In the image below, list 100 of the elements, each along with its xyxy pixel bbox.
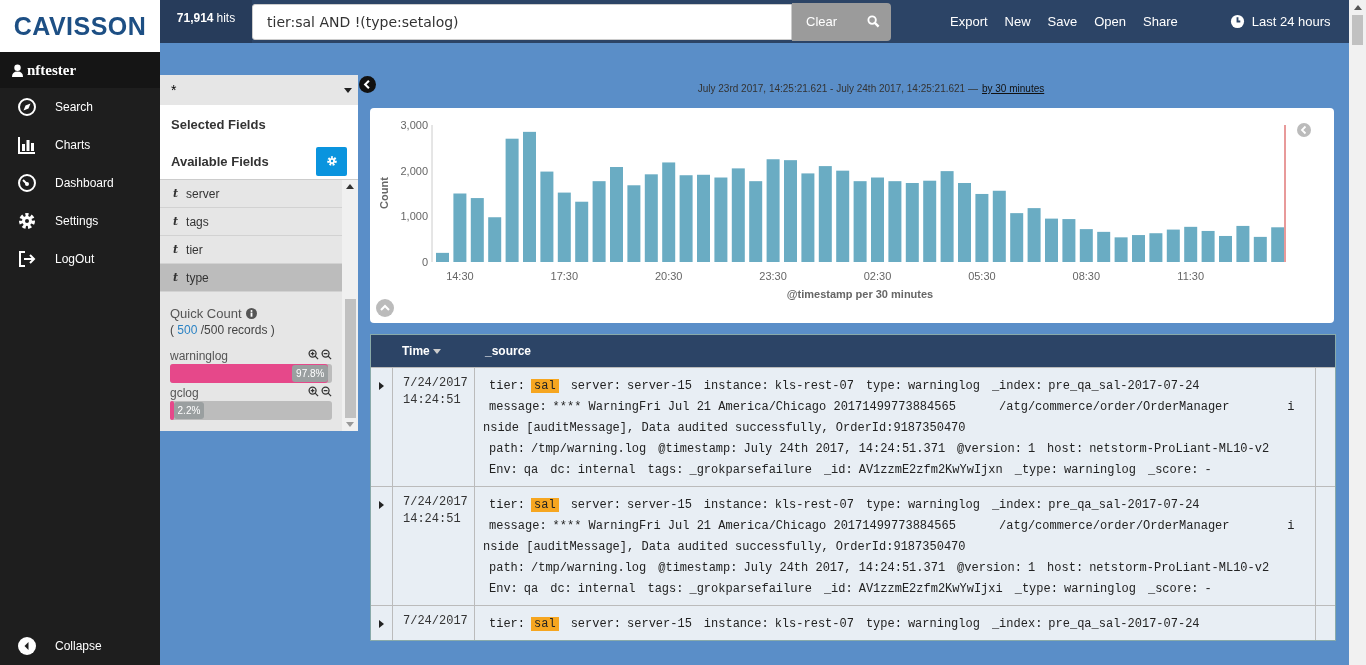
section-heading: Available Fields bbox=[171, 153, 269, 169]
histogram-bar[interactable] bbox=[888, 181, 902, 262]
zoom-in-icon[interactable] bbox=[308, 349, 319, 360]
histogram-bar[interactable] bbox=[818, 166, 832, 262]
scroll-up-icon[interactable] bbox=[1353, 5, 1362, 10]
logout-icon bbox=[17, 249, 37, 269]
settings-icon bbox=[17, 211, 37, 231]
histogram-bar[interactable] bbox=[453, 193, 467, 262]
scrollbar-thumb[interactable] bbox=[344, 299, 356, 418]
chevron-up-icon[interactable] bbox=[376, 299, 394, 317]
field-value: **** WarningFri Jul 21 America/Chicago 20171499773884565 /atg/commerce/order/OrderManager i bbox=[552, 518, 1295, 533]
histogram-bar[interactable] bbox=[1010, 213, 1024, 262]
scrollbar-thumb[interactable] bbox=[1352, 15, 1363, 45]
histogram-bar[interactable] bbox=[470, 198, 484, 262]
histogram-bar[interactable] bbox=[714, 177, 728, 262]
field-item[interactable]: t type bbox=[160, 264, 342, 292]
histogram-bar[interactable] bbox=[575, 201, 589, 262]
histogram-bar[interactable] bbox=[836, 170, 850, 262]
field-value: qa bbox=[523, 462, 539, 477]
expand-caret-icon[interactable] bbox=[379, 382, 384, 390]
settings-button[interactable] bbox=[316, 146, 347, 176]
histogram-bar[interactable] bbox=[505, 138, 519, 262]
histogram-bar[interactable] bbox=[436, 252, 449, 262]
scroll-down-icon[interactable] bbox=[346, 422, 354, 427]
menu-link[interactable]: Export bbox=[950, 14, 988, 29]
field-key: _index: bbox=[991, 497, 1043, 512]
record-count: ( 500 /500 records ) bbox=[170, 323, 276, 337]
histogram-bar[interactable] bbox=[1184, 226, 1198, 262]
nav-item[interactable]: Charts bbox=[0, 126, 160, 164]
x-tick-label: 20:30 bbox=[654, 270, 683, 282]
histogram-bar[interactable] bbox=[905, 183, 919, 262]
histogram-bar[interactable] bbox=[540, 171, 554, 262]
menu-link[interactable]: Share bbox=[1143, 14, 1178, 29]
menu-link[interactable]: New bbox=[1004, 14, 1031, 29]
menu-link[interactable]: Save bbox=[1047, 14, 1078, 29]
scrollbar[interactable] bbox=[342, 180, 358, 431]
field-value: **** WarningFri Jul 21 America/Chicago 20171499773884565 /atg/commerce/order/OrderManager i bbox=[552, 399, 1295, 414]
zoom-in-icon[interactable] bbox=[308, 386, 319, 397]
histogram-bar[interactable] bbox=[1166, 229, 1180, 262]
histogram-bar[interactable] bbox=[749, 181, 763, 262]
field-key: Env: bbox=[489, 581, 518, 596]
field-value: - bbox=[1204, 581, 1212, 596]
zoom-out-icon[interactable] bbox=[321, 349, 332, 360]
time-range-picker[interactable]: Last 24 hours bbox=[1229, 14, 1331, 29]
page-scrollbar[interactable] bbox=[1349, 0, 1366, 665]
histogram-bar[interactable] bbox=[1201, 230, 1215, 262]
field-value: pre_qa_sal-2017-07-24 bbox=[1048, 378, 1200, 393]
field-value: AV1zzmE2zfm2KwYwIjxi bbox=[858, 581, 1003, 596]
nav-item[interactable]: LogOut bbox=[0, 240, 160, 278]
menu-link[interactable]: Open bbox=[1094, 14, 1127, 29]
histogram-bar[interactable] bbox=[992, 190, 1006, 262]
histogram-bar[interactable] bbox=[1062, 219, 1076, 262]
sort-caret-icon bbox=[432, 348, 441, 354]
histogram-bar[interactable] bbox=[940, 171, 954, 262]
field-value: nside [auditMessage], Data audited successfully, OrderId:9187350470 bbox=[483, 420, 966, 435]
field-key: _type: bbox=[1014, 581, 1058, 596]
search-button[interactable] bbox=[856, 2, 891, 41]
histogram-bar[interactable] bbox=[731, 168, 745, 262]
field-value: internal bbox=[577, 462, 636, 477]
histogram-bar[interactable] bbox=[853, 181, 867, 262]
histogram-bar[interactable] bbox=[662, 162, 676, 262]
histogram-bar[interactable] bbox=[801, 173, 815, 262]
collapse-button[interactable]: Collapse bbox=[0, 627, 160, 665]
histogram-bar[interactable] bbox=[488, 217, 502, 262]
field-value: netstorm-ProLiant-ML10-v2 bbox=[1089, 441, 1270, 456]
expand-caret-icon[interactable] bbox=[379, 501, 384, 509]
histogram-bar[interactable] bbox=[1079, 229, 1093, 262]
histogram-bar[interactable] bbox=[557, 192, 571, 262]
interval-link[interactable]: by 30 minutes bbox=[981, 83, 1045, 94]
expand-caret-icon[interactable] bbox=[379, 620, 384, 628]
zoom-out-icon[interactable] bbox=[321, 386, 332, 397]
histogram-bar[interactable] bbox=[592, 181, 606, 262]
field-value: kls-rest-07 bbox=[774, 616, 854, 631]
histogram-bar[interactable] bbox=[1114, 237, 1128, 262]
search-field[interactable]: tier:sal AND !(type:setalog) bbox=[252, 3, 792, 40]
field-key: @timestamp: bbox=[658, 560, 738, 575]
histogram-bar[interactable] bbox=[1253, 236, 1267, 262]
histogram-bar[interactable] bbox=[1045, 218, 1058, 262]
nav-item[interactable]: Dashboard bbox=[0, 164, 160, 202]
histogram-bar[interactable] bbox=[1271, 227, 1285, 262]
column-header[interactable]: _source bbox=[485, 344, 532, 358]
nav-item[interactable]: Settings bbox=[0, 202, 160, 240]
histogram-bar[interactable] bbox=[1149, 233, 1163, 262]
histogram-bar[interactable] bbox=[1236, 225, 1250, 262]
histogram-bar[interactable] bbox=[644, 174, 658, 262]
field-key: tags: bbox=[647, 581, 684, 596]
scroll-up-icon[interactable] bbox=[346, 184, 354, 189]
histogram-bar[interactable] bbox=[923, 180, 937, 262]
histogram-bar[interactable] bbox=[975, 193, 989, 262]
column-header[interactable]: Time bbox=[402, 344, 485, 358]
index-pattern-dropdown[interactable]: * bbox=[160, 75, 358, 105]
histogram-bar[interactable] bbox=[1097, 231, 1111, 262]
histogram-bar[interactable] bbox=[627, 185, 641, 262]
histogram-bar[interactable] bbox=[1027, 208, 1041, 262]
histogram-bar[interactable] bbox=[766, 159, 780, 262]
chevron-left-icon[interactable] bbox=[359, 76, 376, 93]
field-value: server-15 bbox=[627, 378, 692, 393]
histogram-bar[interactable] bbox=[1219, 235, 1232, 262]
nav-item[interactable]: Search bbox=[0, 88, 160, 126]
histogram-bar[interactable] bbox=[679, 175, 693, 262]
